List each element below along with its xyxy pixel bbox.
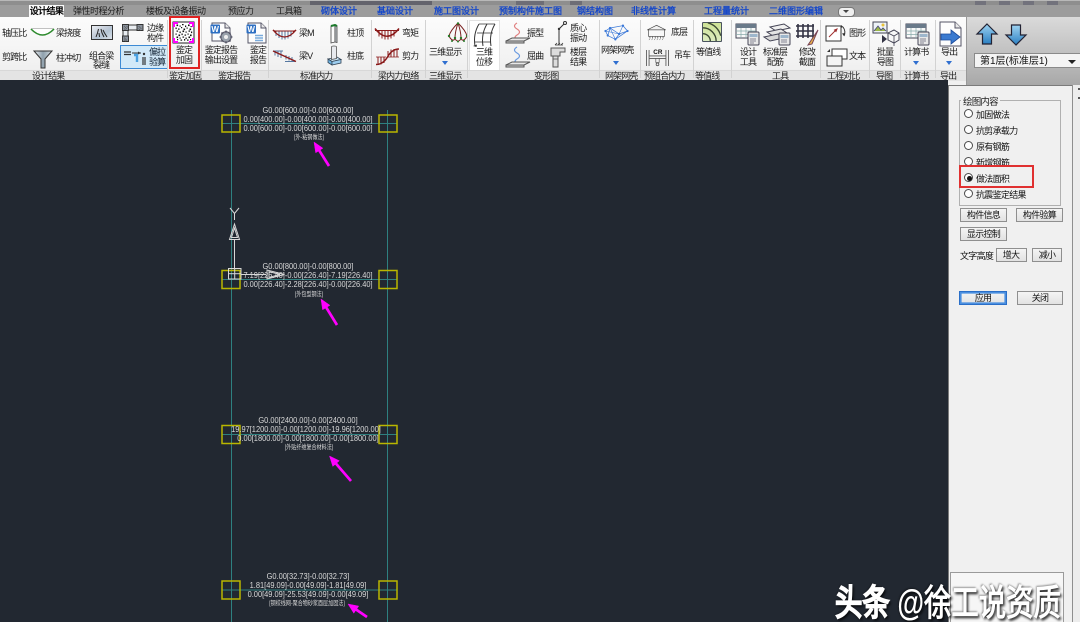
svg-text:W: W — [247, 25, 255, 34]
svg-text:CR: CR — [653, 49, 663, 56]
svg-text:W: W — [211, 25, 219, 34]
